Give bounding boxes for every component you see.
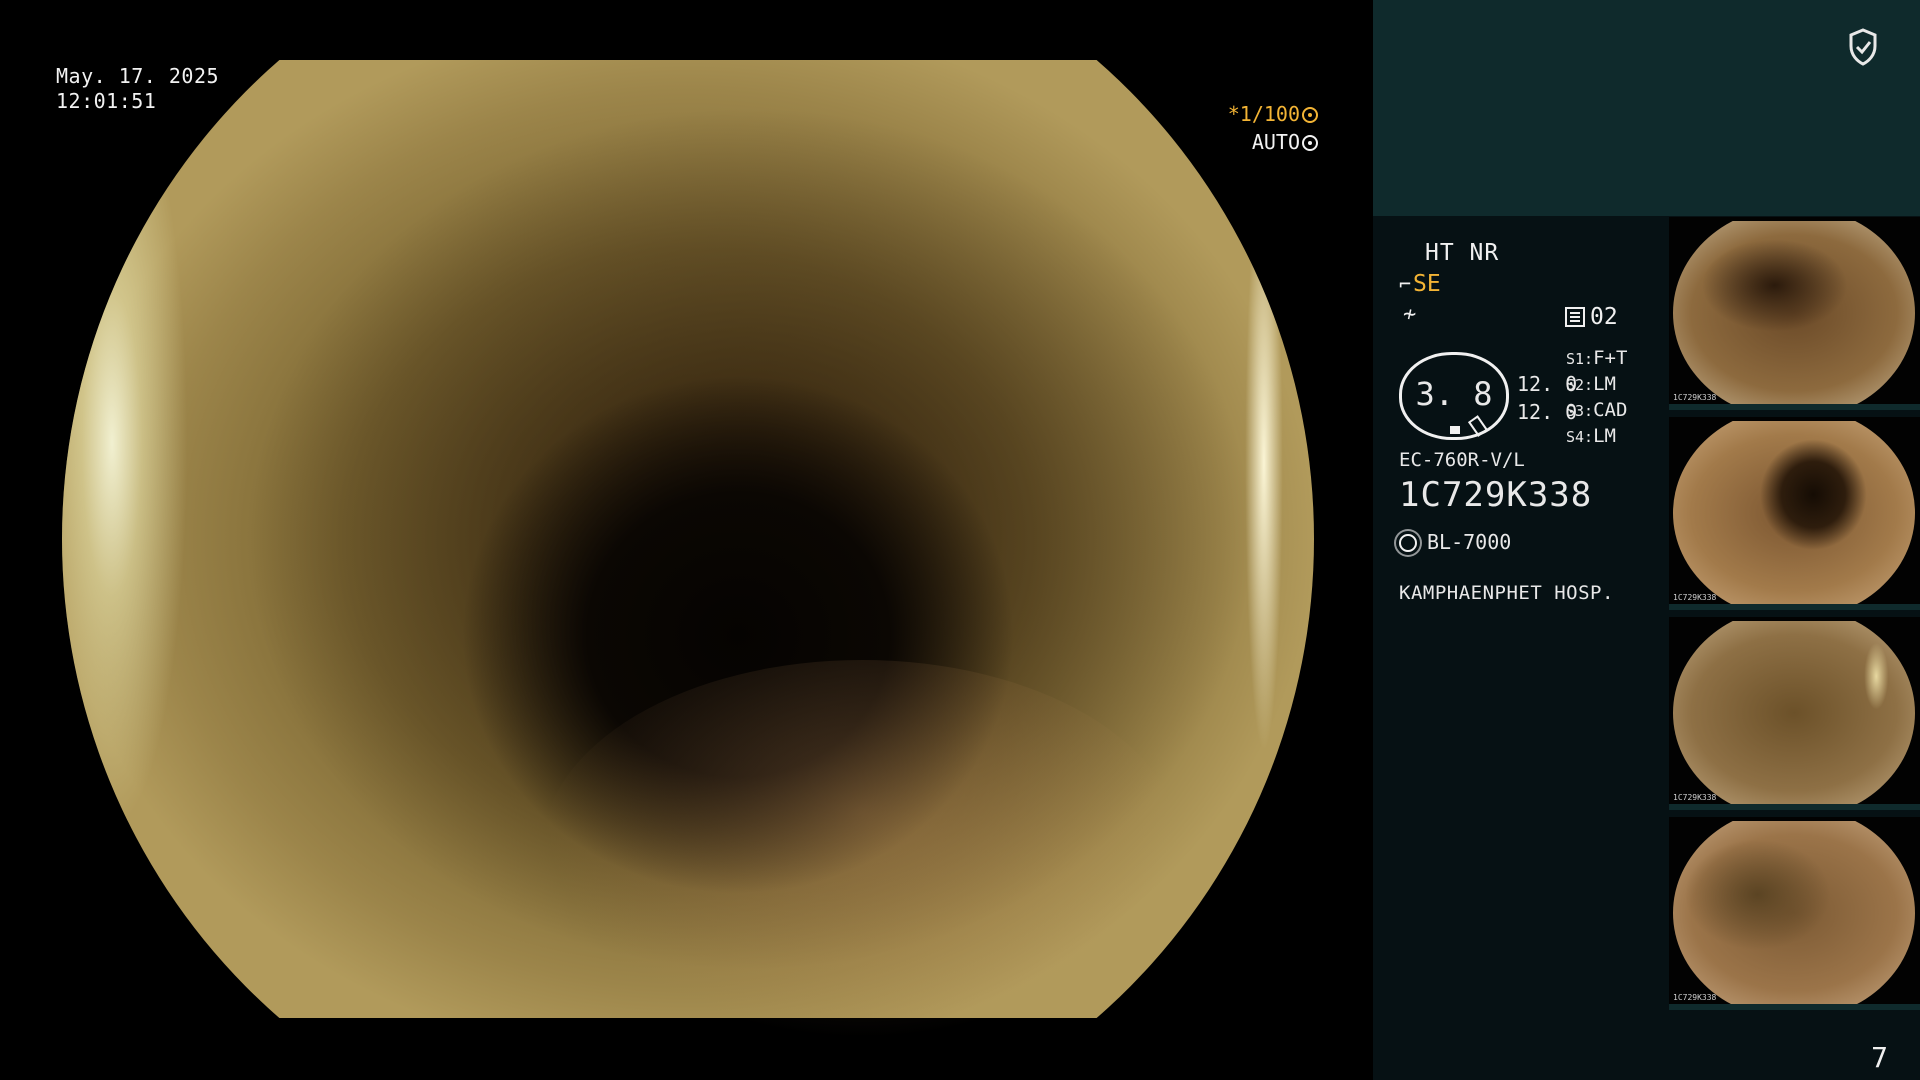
date-text: May. 17. 2025 [56, 64, 220, 88]
switch-settings: S1:F+T S2:LM S3:CAD S4:LM [1566, 346, 1627, 450]
shutter-speed: *1/100 [1228, 100, 1318, 128]
memory-icon [1565, 307, 1585, 327]
thumbnail-caption: 1C729K338 [1673, 593, 1717, 602]
thumbnail-caption: 1C729K338 [1673, 993, 1717, 1002]
processing-modes: HT NR [1425, 240, 1500, 266]
shield-check-icon [1849, 28, 1877, 66]
endoscope-main-view: May. 17. 2025 12:01:51 *1/100 AUTO [0, 0, 1373, 1080]
switch-setting: S1:F+T [1566, 346, 1627, 372]
switch-setting: S3:CAD [1566, 398, 1627, 424]
switch-value: CAD [1593, 399, 1628, 421]
zoom-indicator: 3. 8 [1399, 352, 1509, 440]
switch-value: LM [1593, 373, 1616, 395]
enhance-tool-icon: ⌐ [1399, 272, 1412, 296]
thumbnail-image [1673, 621, 1915, 805]
light-source: BL-7000 [1399, 530, 1511, 554]
thumbnail[interactable]: 1C729K338 [1669, 617, 1920, 810]
thumbnail-bar [1669, 404, 1920, 410]
scope-model: EC-760R-V/L [1399, 449, 1525, 471]
thumbnail-bar [1669, 604, 1920, 610]
light-source-text: BL-7000 [1427, 530, 1512, 554]
switch-key: S4: [1566, 428, 1594, 446]
switch-key: S2: [1566, 376, 1594, 394]
exposure-overlay: *1/100 AUTO [1228, 100, 1318, 156]
switch-key: S3: [1566, 402, 1594, 420]
thumbnail-image [1673, 221, 1915, 405]
scope-serial: 1C729K338 [1399, 475, 1593, 515]
switch-key: S1: [1566, 350, 1594, 368]
exposure-mode: AUTO [1228, 128, 1318, 156]
page-number: 7 [1871, 1041, 1888, 1074]
switch-setting: S2:LM [1566, 372, 1627, 398]
sun-icon [1399, 534, 1417, 552]
memory-value: 02 [1590, 304, 1618, 330]
auto-exposure-icon [1302, 135, 1318, 151]
thumbnail[interactable]: 1C729K338 [1669, 417, 1920, 610]
exposure-mode-text: AUTO [1251, 130, 1300, 154]
position-marker [1450, 426, 1460, 434]
aperture-icon [1302, 107, 1318, 123]
shutter-speed-text: *1/100 [1227, 102, 1300, 126]
thumbnail[interactable]: 1C729K338 [1669, 217, 1920, 410]
signal-icon: ≁ [1403, 302, 1417, 327]
zoom-value: 3. 8 [1415, 375, 1493, 413]
thumbnail-image [1673, 421, 1915, 605]
thumbnail-image [1673, 821, 1915, 1005]
endoscopic-image [62, 60, 1314, 1040]
switch-setting: S4:LM [1566, 424, 1627, 450]
thumbnail-caption: 1C729K338 [1673, 793, 1717, 802]
enhancement-text: SE [1413, 271, 1441, 297]
thumbnail-bar [1669, 804, 1920, 810]
switch-value: LM [1593, 425, 1616, 447]
time-text: 12:01:51 [56, 89, 157, 113]
info-side-panel: HT NR ⌐SE ≁ 02 3. 8 12. 0 12. 0 S1:F+T S… [1373, 0, 1920, 1080]
side-panel-header [1373, 0, 1920, 216]
thumbnail-bar [1669, 1004, 1920, 1010]
switch-value: F+T [1593, 347, 1628, 369]
mucosal-fold [542, 660, 1182, 1040]
thumbnail-caption: 1C729K338 [1673, 393, 1717, 402]
hospital-name: KAMPHAENPHET HOSP. [1399, 582, 1614, 604]
thumbnail[interactable]: 1C729K338 [1669, 817, 1920, 1010]
datetime-overlay: May. 17. 2025 12:01:51 [56, 64, 219, 114]
enhancement-mode: ⌐SE [1399, 271, 1441, 297]
captured-thumbnails: 1C729K338 1C729K338 1C729K338 1C729K338 [1669, 217, 1920, 1017]
probe-icon [1467, 415, 1489, 437]
